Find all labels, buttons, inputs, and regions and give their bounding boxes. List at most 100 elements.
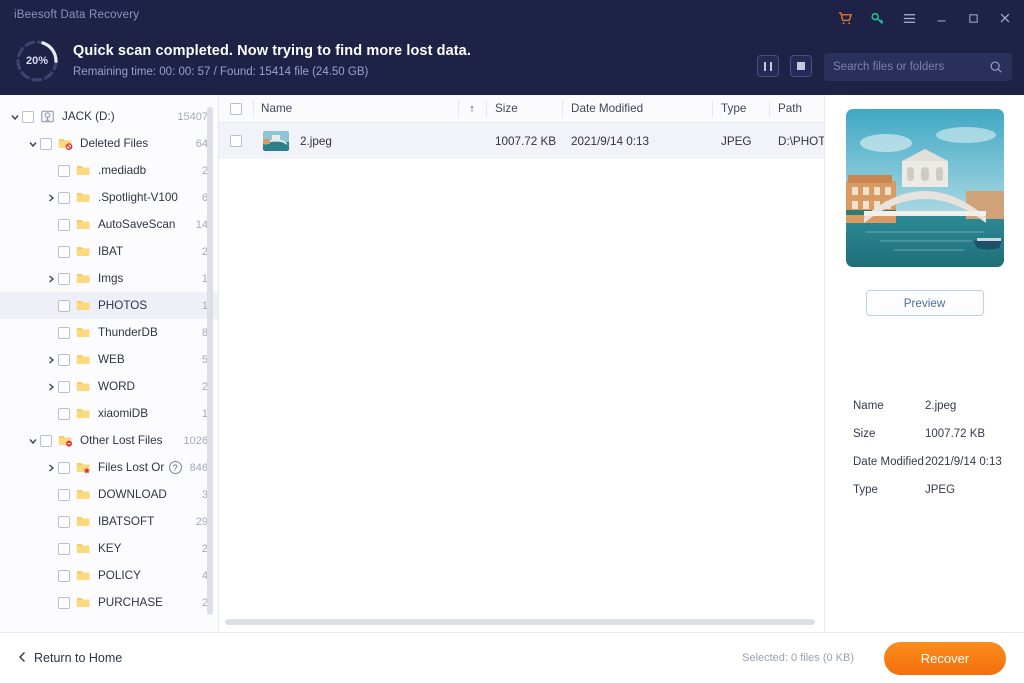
tree-item-checkbox[interactable] bbox=[58, 542, 70, 555]
row-checkbox[interactable] bbox=[230, 135, 242, 147]
tree-item-label: Imgs bbox=[98, 272, 124, 285]
preview-meta-row: Name 2.jpeg bbox=[853, 400, 1012, 412]
tree-item-count: 1 bbox=[201, 407, 208, 420]
tree-item-jack-d[interactable]: JACK (D:) 15407 bbox=[0, 103, 218, 130]
search-input[interactable] bbox=[833, 61, 989, 73]
tree-item-deleted-files[interactable]: Deleted Files 64 bbox=[0, 130, 218, 157]
tree-item-policy[interactable]: POLICY 4 bbox=[0, 562, 218, 589]
tree-item-checkbox[interactable] bbox=[22, 110, 34, 123]
tree-item-mediadb[interactable]: .mediadb 2 bbox=[0, 157, 218, 184]
tree-item-word[interactable]: WORD 2 bbox=[0, 373, 218, 400]
tree-item-key[interactable]: KEY 2 bbox=[0, 535, 218, 562]
tree-item-web[interactable]: WEB 5 bbox=[0, 346, 218, 373]
pause-scan-button[interactable] bbox=[757, 55, 779, 77]
tree-item-label: .Spotlight-V100 bbox=[98, 191, 178, 204]
tree-item-checkbox[interactable] bbox=[58, 326, 70, 339]
tree-twisty-closed[interactable] bbox=[44, 463, 58, 472]
tree-item-purchase[interactable]: PURCHASE 2 bbox=[0, 589, 218, 616]
file-list-horizontal-scrollbar[interactable] bbox=[225, 619, 815, 625]
tree-item-xiaomidb[interactable]: xiaomiDB 1 bbox=[0, 400, 218, 427]
menu-icon[interactable] bbox=[900, 9, 918, 27]
tree-item-ibatsoft[interactable]: IBATSOFT 29 bbox=[0, 508, 218, 535]
tree-twisty-closed[interactable] bbox=[44, 274, 58, 283]
select-all-checkbox[interactable] bbox=[230, 102, 242, 115]
column-header-name[interactable]: Name bbox=[253, 95, 458, 123]
tree-item-label: Deleted Files bbox=[80, 137, 149, 150]
tree-item-imgs[interactable]: Imgs 1 bbox=[0, 265, 218, 292]
preview-meta-key: Size bbox=[853, 428, 876, 440]
tree-item-checkbox[interactable] bbox=[58, 461, 70, 474]
tree-item-checkbox[interactable] bbox=[58, 596, 70, 609]
key-icon[interactable] bbox=[868, 9, 886, 27]
tree-item-ibat[interactable]: IBAT 2 bbox=[0, 238, 218, 265]
tree-twisty-closed[interactable] bbox=[44, 193, 58, 202]
return-to-home-button[interactable]: Return to Home bbox=[18, 651, 122, 666]
folder-tree-sidebar: JACK (D:) 15407 Deleted Files 64 .mediadb 2 .S… bbox=[0, 95, 219, 632]
tree-item-checkbox[interactable] bbox=[58, 380, 70, 393]
tree-item-checkbox[interactable] bbox=[58, 191, 70, 204]
stop-scan-button[interactable] bbox=[790, 55, 812, 77]
column-header-type[interactable]: Type bbox=[712, 95, 769, 123]
tree-item-count: 29 bbox=[195, 515, 208, 528]
tree-item-photos[interactable]: PHOTOS 1 bbox=[0, 292, 218, 319]
column-header-date-modified[interactable]: Date Modified bbox=[562, 95, 712, 123]
tree-item-checkbox[interactable] bbox=[40, 137, 52, 150]
return-to-home-label: Return to Home bbox=[34, 651, 123, 665]
tree-item-checkbox[interactable] bbox=[58, 245, 70, 258]
tree-item-label: IBATSOFT bbox=[98, 515, 155, 528]
search-box[interactable] bbox=[824, 53, 1012, 81]
tree-item-count: 2 bbox=[201, 596, 208, 609]
tree-item-checkbox[interactable] bbox=[58, 218, 70, 231]
recover-button[interactable]: Recover bbox=[884, 641, 1006, 675]
tree-item-label: xiaomiDB bbox=[98, 407, 149, 420]
tree-twisty-closed[interactable] bbox=[44, 355, 58, 364]
help-icon[interactable]: ? bbox=[168, 461, 182, 474]
tree-item-thunderdb[interactable]: ThunderDB 8 bbox=[0, 319, 218, 346]
close-icon[interactable] bbox=[996, 9, 1014, 27]
progress-percent: 20% bbox=[25, 55, 49, 67]
folder-icon bbox=[75, 541, 92, 556]
tree-item-count: 14 bbox=[195, 218, 208, 231]
column-header-size[interactable]: Size bbox=[486, 95, 562, 123]
tree-twisty-open[interactable] bbox=[26, 140, 40, 148]
folder-icon bbox=[75, 298, 92, 313]
table-row[interactable]: 2.jpeg 1007.72 KB 2021/9/14 0:13 JPEG D:\PHO… bbox=[219, 123, 824, 159]
column-header-path[interactable]: Path bbox=[769, 95, 824, 123]
tree-item-checkbox[interactable] bbox=[40, 434, 52, 447]
maximize-icon[interactable] bbox=[964, 9, 982, 27]
tree-item-checkbox[interactable] bbox=[58, 353, 70, 366]
file-type: JPEG bbox=[721, 134, 752, 148]
folder-icon bbox=[75, 190, 92, 205]
tree-twisty-closed[interactable] bbox=[44, 382, 58, 391]
tree-item-download[interactable]: DOWNLOAD 3 bbox=[0, 481, 218, 508]
tree-item-files-lost-origin[interactable]: Files Lost Origin...? 846 bbox=[0, 454, 218, 481]
tree-item-checkbox[interactable] bbox=[58, 407, 70, 420]
preview-button[interactable]: Preview bbox=[865, 290, 984, 316]
sidebar-scrollbar[interactable] bbox=[207, 107, 213, 615]
tree-item-checkbox[interactable] bbox=[58, 272, 70, 285]
tree-twisty-open[interactable] bbox=[26, 437, 40, 445]
minimize-icon[interactable] bbox=[932, 9, 950, 27]
preview-meta-value: 2.jpeg bbox=[925, 400, 957, 412]
file-thumbnail bbox=[263, 131, 289, 151]
tree-item-checkbox[interactable] bbox=[58, 569, 70, 582]
file-date-modified: 2021/9/14 0:13 bbox=[571, 134, 649, 148]
preview-meta-key: Date Modified bbox=[853, 456, 924, 468]
preview-meta-key: Name bbox=[853, 400, 884, 412]
tree-twisty-open[interactable] bbox=[8, 113, 22, 121]
search-icon[interactable] bbox=[989, 60, 1003, 74]
tree-item-other-lost-files[interactable]: Other Lost Files 1026 bbox=[0, 427, 218, 454]
tree-item-count: 8 bbox=[201, 326, 208, 339]
sort-ascending-icon[interactable]: ↑ bbox=[458, 95, 486, 123]
tree-item-checkbox[interactable] bbox=[58, 299, 70, 312]
preview-meta-value: 1007.72 KB bbox=[925, 428, 986, 440]
folder-icon bbox=[75, 568, 92, 583]
preview-meta-value: JPEG bbox=[925, 484, 956, 496]
tree-item-checkbox[interactable] bbox=[58, 164, 70, 177]
tree-item-checkbox[interactable] bbox=[58, 515, 70, 528]
tree-item-count: 1 bbox=[201, 272, 208, 285]
tree-item-checkbox[interactable] bbox=[58, 488, 70, 501]
tree-item-autosavescan[interactable]: AutoSaveScan 14 bbox=[0, 211, 218, 238]
tree-item-spotlight-v100[interactable]: .Spotlight-V100 6 bbox=[0, 184, 218, 211]
cart-icon[interactable] bbox=[836, 9, 854, 27]
